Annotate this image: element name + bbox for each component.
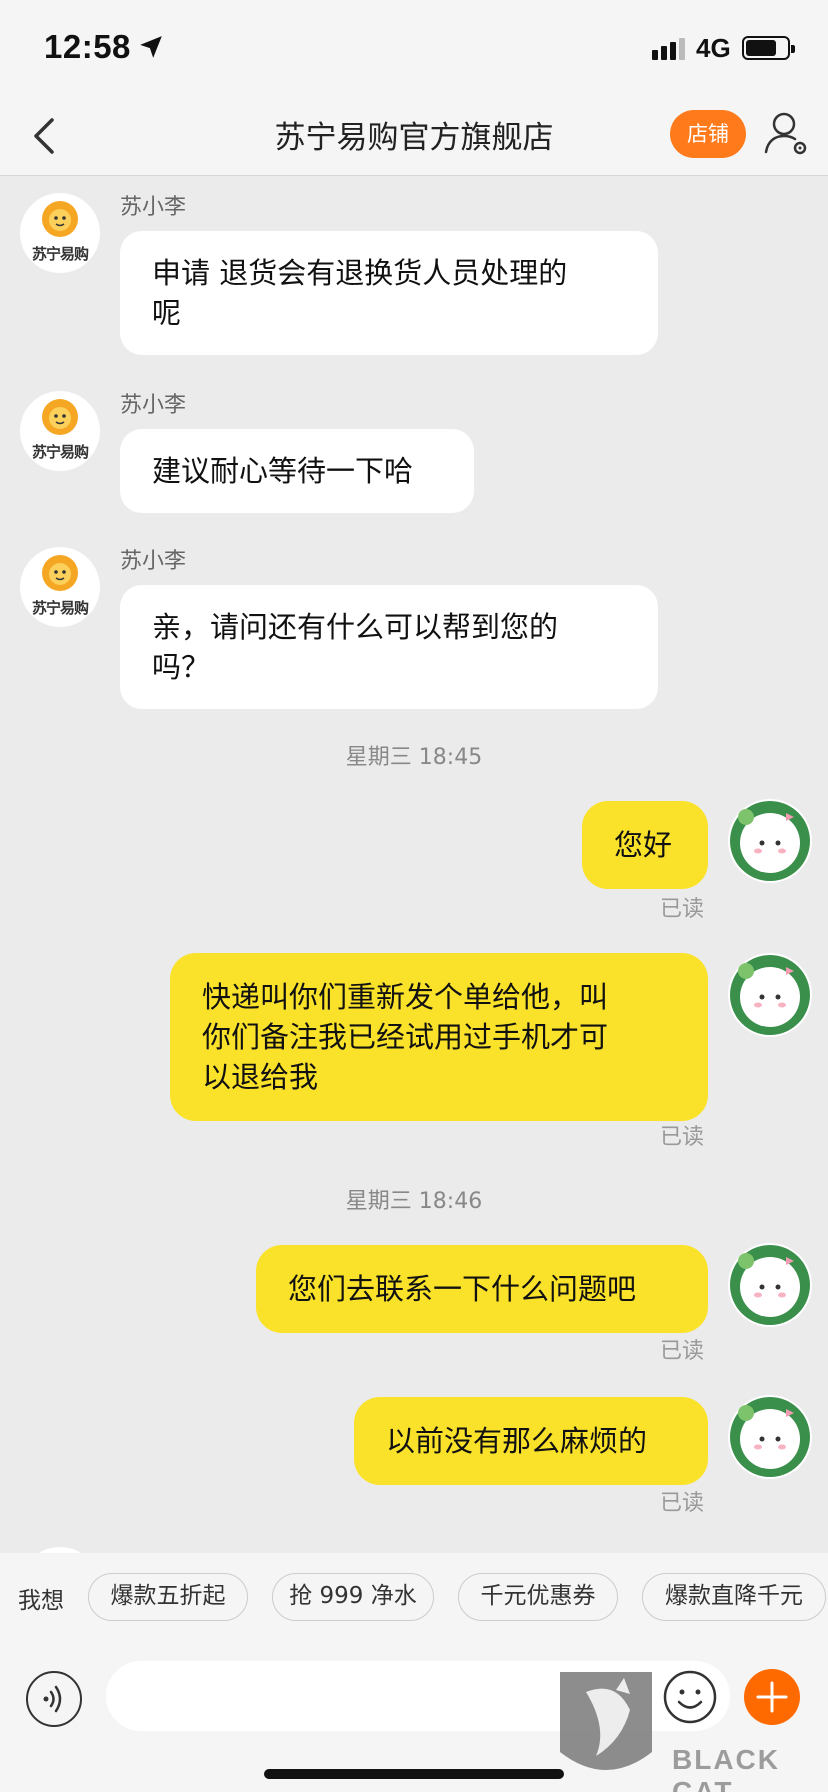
message-bubble-own[interactable]: 以前没有那么麻烦的 <box>354 1397 708 1485</box>
cartoon-avatar-icon <box>730 801 810 881</box>
user-settings-icon[interactable] <box>762 108 810 160</box>
cartoon-avatar-icon <box>730 1397 810 1477</box>
message-line: 您们去联系一下什么问题吧 <box>288 1272 637 1306</box>
read-receipt: 已读 <box>660 1339 705 1364</box>
sender-name: 苏小李 <box>120 393 187 418</box>
message-line: 以前没有那么麻烦的 <box>386 1424 648 1458</box>
seller-logo-text: 苏宁易购 <box>31 443 89 461</box>
seller-avatar[interactable]: 苏宁易购 <box>20 193 100 273</box>
location-arrow-icon <box>140 36 162 58</box>
timestamp: 星期三 18:45 <box>345 745 483 770</box>
cartoon-avatar-icon <box>730 955 810 1035</box>
message-line: 亲，请问还有什么可以帮到您的 <box>152 610 559 644</box>
message-line: 你们备注我已经试用过手机才可 <box>202 1020 609 1054</box>
voice-icon <box>43 1685 62 1713</box>
battery-icon <box>742 36 795 60</box>
status-time: 12:58 <box>44 28 131 65</box>
seller-logo-text: 苏宁易购 <box>31 599 89 617</box>
voice-input-button[interactable] <box>26 1671 82 1727</box>
message-bubble-own[interactable]: 您们去联系一下什么问题吧 <box>256 1245 708 1333</box>
watermark: BLACK CAT <box>556 1670 828 1792</box>
message-line: 呢 <box>152 296 182 330</box>
timestamp: 星期三 18:46 <box>345 1189 483 1214</box>
user-avatar[interactable] <box>728 1395 812 1479</box>
seller-logo-text: 苏宁易购 <box>31 245 89 263</box>
status-bar: 12:58 4G <box>0 0 828 96</box>
quick-reply-chip[interactable]: 爆款直降千元 <box>642 1573 826 1621</box>
message-line: 申请 退货会有退换货人员处理的 <box>152 256 568 290</box>
message-bubble[interactable]: 建议耐心等待一下哈 <box>120 429 474 513</box>
watermark-text: BLACK CAT <box>672 1744 780 1792</box>
network-type: 4G <box>696 33 731 63</box>
seller-avatar[interactable]: 苏宁易购 <box>20 547 100 627</box>
message-line: 以退给我 <box>202 1060 319 1094</box>
quick-reply-bar: 我想 爆款五折起 抢 999 净水 千元优惠券 爆款直降千元 <box>0 1553 828 1641</box>
message-line: 吗？ <box>152 650 211 684</box>
quick-reply-lead: 我想 <box>18 1588 64 1614</box>
user-avatar[interactable] <box>728 1243 812 1327</box>
message-line: 您好 <box>614 828 673 862</box>
message-bubble[interactable]: 亲，请问还有什么可以帮到您的 吗？ <box>120 585 658 709</box>
quick-reply-chip[interactable]: 爆款五折起 <box>88 1573 248 1621</box>
read-receipt: 已读 <box>660 1491 705 1516</box>
user-avatar[interactable] <box>728 953 812 1037</box>
chat-header: 苏宁易购官方旗舰店 店铺 <box>0 96 828 176</box>
message-bubble-own[interactable]: 快递叫你们重新发个单给他，叫 你们备注我已经试用过手机才可 以退给我 <box>170 953 708 1121</box>
seller-avatar[interactable]: 苏宁易购 <box>20 391 100 471</box>
read-receipt: 已读 <box>660 897 705 922</box>
chat-area[interactable]: 苏宁易购 苏小李 申请 退货会有退换货人员处理的 呢 苏宁易购 苏小李 建议耐心… <box>0 177 828 1553</box>
message-line: 建议耐心等待一下哈 <box>152 454 414 488</box>
user-avatar[interactable] <box>728 799 812 883</box>
message-bubble[interactable]: 申请 退货会有退换货人员处理的 呢 <box>120 231 658 355</box>
message-bubble-own[interactable]: 您好 <box>582 801 708 889</box>
store-button[interactable]: 店铺 <box>670 110 746 158</box>
message-line: 快递叫你们重新发个单给他，叫 <box>202 980 609 1014</box>
sender-name: 苏小李 <box>120 195 187 220</box>
read-receipt: 已读 <box>660 1125 705 1150</box>
quick-reply-chip[interactable]: 千元优惠券 <box>458 1573 618 1621</box>
home-indicator[interactable] <box>264 1769 564 1779</box>
cartoon-avatar-icon <box>730 1245 810 1325</box>
sender-name: 苏小李 <box>120 549 187 574</box>
quick-reply-chip[interactable]: 抢 999 净水 <box>272 1573 434 1621</box>
